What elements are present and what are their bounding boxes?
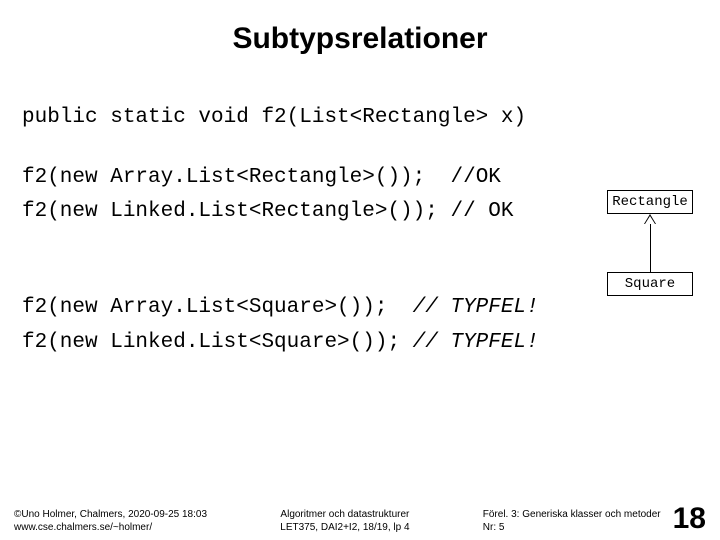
code-line-4-comment: // TYPFEL! xyxy=(413,331,539,354)
footer-right: Förel. 3: Generiska klasser och metoder … xyxy=(483,504,706,534)
code-line-3: f2(new Array.List<Square>()); // TYPFEL! xyxy=(22,296,698,320)
code-line-2: f2(new Linked.List<Rectangle>()); // OK xyxy=(22,200,698,224)
footer-left: ©Uno Holmer, Chalmers, 2020-09-25 18:03 … xyxy=(14,509,207,534)
footer-center: Algoritmer och datastrukturer LET375, DA… xyxy=(280,509,409,534)
arrow-head-icon xyxy=(644,214,656,224)
footer-course-code: LET375, DAI2+I2, 18/19, lp 4 xyxy=(280,522,409,535)
inheritance-arrow xyxy=(600,214,700,272)
class-box-square: Square xyxy=(607,272,693,296)
page-number: 18 xyxy=(667,504,706,534)
code-line-4: f2(new Linked.List<Square>()); // TYPFEL… xyxy=(22,331,698,355)
code-line-1-comment: //OK xyxy=(450,166,500,189)
code-line-4-code: f2(new Linked.List<Square>()); xyxy=(22,331,413,354)
footer-lecture: Förel. 3: Generiska klasser och metoder xyxy=(483,509,661,522)
code-declaration: public static void f2(List<Rectangle> x) xyxy=(22,106,698,130)
footer-course-name: Algoritmer och datastrukturer xyxy=(280,509,409,522)
footer-copyright: ©Uno Holmer, Chalmers, 2020-09-25 18:03 xyxy=(14,509,207,522)
class-box-rectangle: Rectangle xyxy=(607,190,693,214)
code-line-1: f2(new Array.List<Rectangle>()); //OK xyxy=(22,166,698,190)
code-line-3-comment: // TYPFEL! xyxy=(413,296,539,319)
code-line-1-code: f2(new Array.List<Rectangle>()); xyxy=(22,166,450,189)
code-line-2-code: f2(new Linked.List<Rectangle>()); xyxy=(22,200,450,223)
code-line-3-code: f2(new Array.List<Square>()); xyxy=(22,296,413,319)
slide-title: Subtypsrelationer xyxy=(0,0,720,66)
inheritance-diagram: Rectangle Square xyxy=(600,190,700,296)
footer-nr: Nr: 5 xyxy=(483,522,661,535)
slide-footer: ©Uno Holmer, Chalmers, 2020-09-25 18:03 … xyxy=(0,504,720,534)
footer-url: www.cse.chalmers.se/~holmer/ xyxy=(14,522,207,535)
code-line-2-comment: // OK xyxy=(450,200,513,223)
